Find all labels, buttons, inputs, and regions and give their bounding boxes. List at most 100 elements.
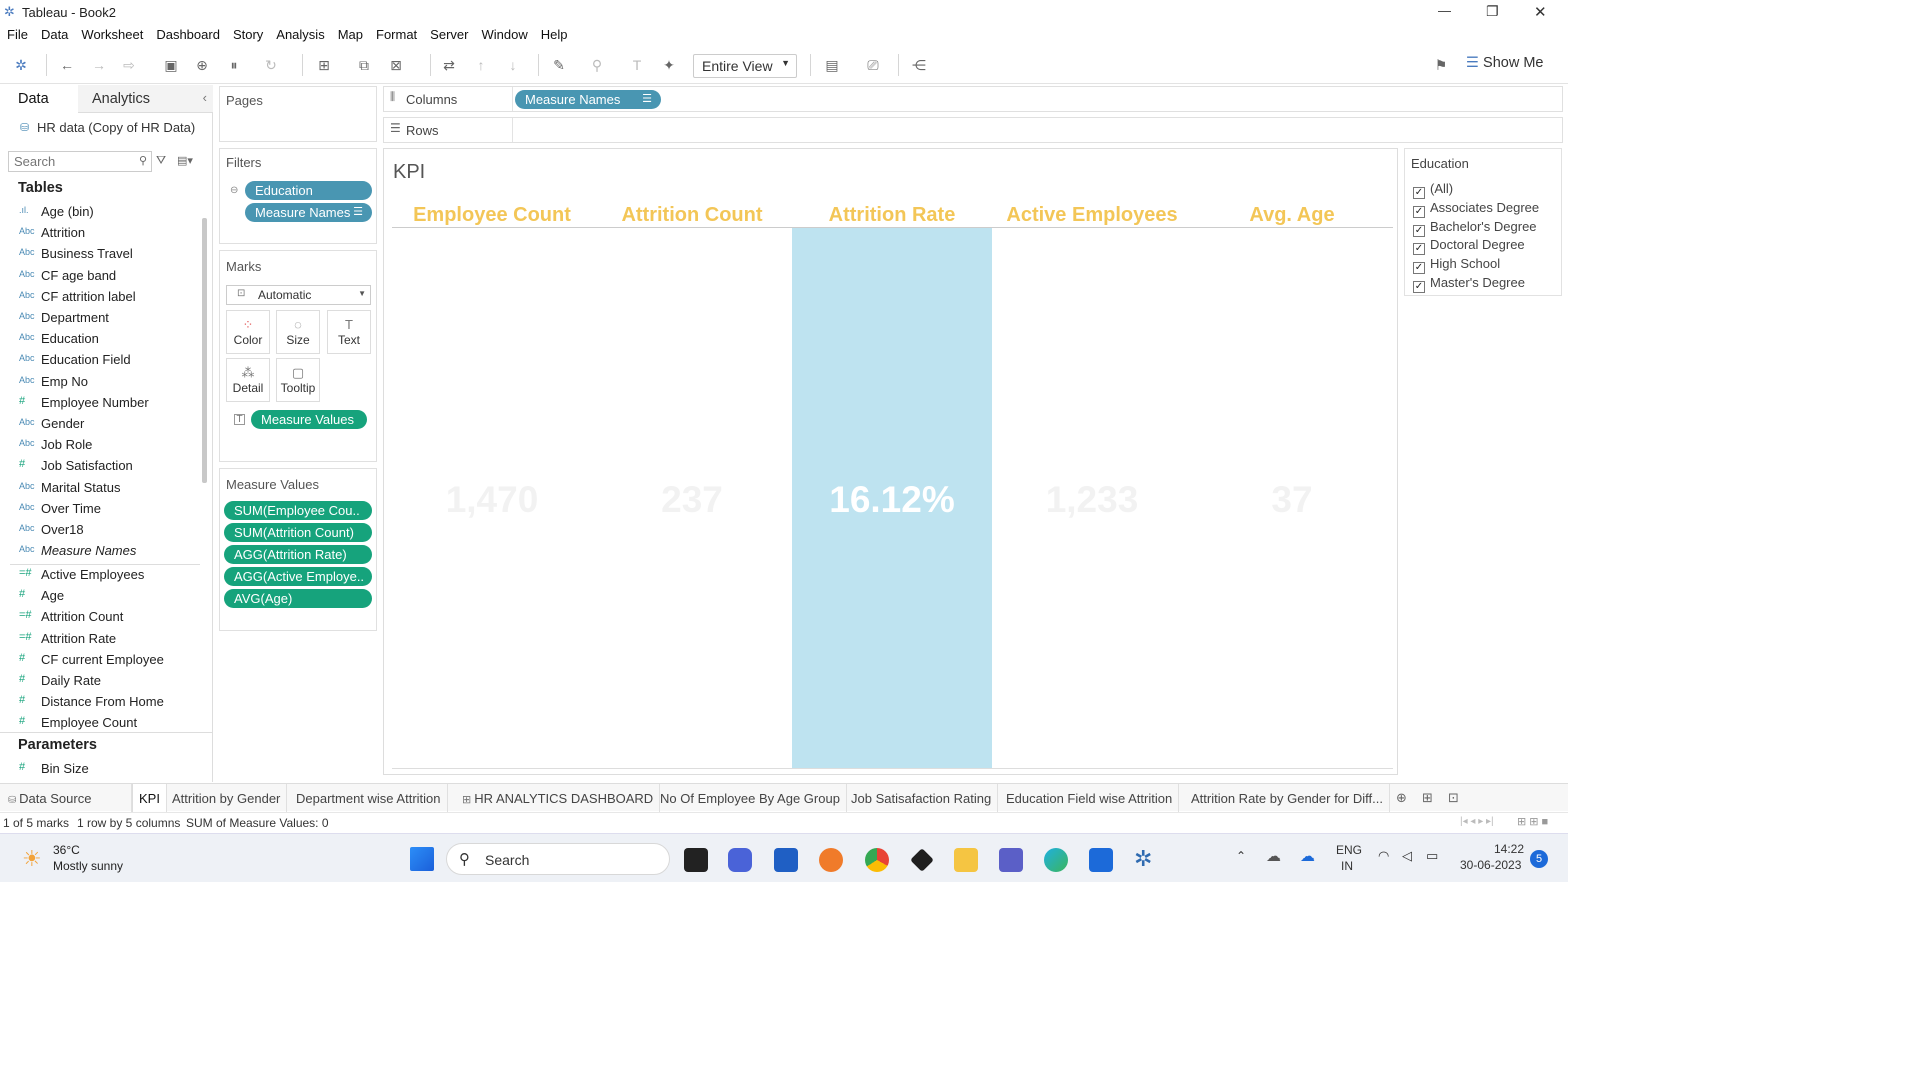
kpi-value[interactable]: 37	[1192, 479, 1392, 521]
rows-shelf[interactable]: ☰ Rows	[383, 117, 1563, 143]
pin-format-icon[interactable]: ⚑	[1432, 56, 1450, 74]
dims-field[interactable]: Abc Marital Status	[0, 478, 200, 499]
mv-pill-active-employees[interactable]: AGG(Active Employe..	[224, 567, 372, 586]
sheet-sorter-icon[interactable]: ⊞ ⊞ ■	[1517, 815, 1548, 828]
pages-shelf[interactable]: Pages	[219, 86, 377, 142]
dims-field[interactable]: Abc Education	[0, 329, 200, 350]
replay-icon[interactable]: ⇨	[120, 56, 138, 74]
kpi-header[interactable]: Employee Count	[392, 204, 592, 227]
kpi-value[interactable]: 237	[592, 479, 792, 521]
detail-button[interactable]: ⁂ Detail	[226, 358, 270, 402]
tableau-home-icon[interactable]: ✲	[12, 56, 30, 74]
tab-data-source[interactable]: ⛁ Data Source	[0, 784, 132, 812]
education-filter-option[interactable]: ✓ Associates Degree	[1413, 200, 1539, 218]
swap-icon[interactable]: ⇄	[440, 56, 458, 74]
teams-icon[interactable]	[999, 848, 1023, 872]
dropbox-icon[interactable]	[910, 848, 934, 872]
redo-icon[interactable]: →	[90, 56, 108, 74]
menu-help[interactable]: Help	[534, 24, 574, 42]
kpi-header[interactable]: Active Employees	[992, 204, 1192, 227]
tab-data[interactable]: Data	[0, 85, 78, 113]
checkbox-checked-icon[interactable]: ✓	[1413, 224, 1425, 237]
checkbox-checked-icon[interactable]: ✓	[1413, 262, 1425, 275]
measures-field[interactable]: # Age	[0, 586, 200, 607]
dims-field[interactable]: Abc Over Time	[0, 499, 200, 520]
menu-analysis[interactable]: Analysis	[269, 24, 330, 42]
pin-icon[interactable]: ✦	[660, 56, 678, 74]
columns-pill-measure-names[interactable]: Measure Names ☰	[515, 90, 661, 109]
new-datasource-icon[interactable]: ⊕	[193, 56, 211, 74]
tab-hr-analytics-dashboard[interactable]: ⊞ HR ANALYTICS DASHBOARD	[456, 784, 661, 812]
dims-field[interactable]: Abc Gender	[0, 414, 200, 435]
checkbox-checked-icon[interactable]: ✓	[1413, 187, 1425, 199]
dims-field[interactable]: .ıl. Age (bin)	[0, 202, 200, 223]
taskbar-search[interactable]: ⚲ Search	[446, 843, 670, 875]
lang-top[interactable]: ENG	[1336, 843, 1362, 857]
dims-field[interactable]: Abc CF attrition label	[0, 287, 200, 308]
edge-icon[interactable]	[1044, 848, 1068, 872]
menu-story[interactable]: Story	[226, 24, 269, 42]
volume-icon[interactable]: ◁	[1402, 848, 1412, 864]
sort-desc-icon[interactable]: ↓	[504, 56, 522, 74]
menu-format[interactable]: Format	[369, 24, 423, 42]
tab-attrition-by-gender[interactable]: Attrition by Gender	[166, 784, 288, 812]
tab-no-of-employee-by-age-group[interactable]: No Of Employee By Age Group	[654, 784, 847, 812]
dims-field[interactable]: Abc Attrition	[0, 223, 200, 244]
weather-sun-icon[interactable]: ☀	[22, 846, 42, 872]
menu-file[interactable]: File	[0, 24, 34, 42]
show-cards-icon[interactable]: ▤	[823, 56, 841, 74]
show-me-button[interactable]: ☰ Show Me	[1466, 55, 1543, 71]
tooltip-button[interactable]: ▢ Tooltip	[276, 358, 320, 402]
kpi-header[interactable]: Attrition Count	[592, 204, 792, 227]
education-filter-option[interactable]: ✓ Doctoral Degree	[1413, 237, 1525, 256]
wifi-icon[interactable]: ◠	[1378, 848, 1389, 864]
onedrive-icon[interactable]: ☁	[1300, 847, 1315, 865]
mv-pill-attrition-count[interactable]: SUM(Attrition Count)	[224, 523, 372, 542]
kpi-header[interactable]: Attrition Rate	[792, 204, 992, 227]
zoom-icon[interactable]	[728, 848, 752, 872]
color-button[interactable]: ⁘ Color	[226, 310, 270, 354]
mv-pill-avg-age[interactable]: AVG(Age)	[224, 589, 372, 608]
close-button[interactable]: ✕	[1534, 3, 1547, 21]
sort-asc-icon[interactable]: ↑	[472, 56, 490, 74]
tab-attrition-rate-by-gender[interactable]: Attrition Rate by Gender for Diff...	[1185, 784, 1390, 812]
measures-field[interactable]: =# Attrition Count	[0, 607, 200, 628]
tab-analytics[interactable]: Analytics ‹	[78, 85, 213, 113]
kpi-value[interactable]: 1,470	[392, 479, 592, 521]
task-view-icon[interactable]	[684, 848, 708, 872]
chrome-icon[interactable]	[865, 848, 889, 872]
filter-fields-icon[interactable]: ⛛	[156, 153, 166, 168]
measures-field[interactable]: =# Active Employees	[0, 565, 200, 586]
sheet-nav-icon[interactable]: |◂ ◂ ▸ ▸|	[1460, 816, 1494, 827]
dims-field[interactable]: Abc Job Role	[0, 435, 200, 456]
collapse-icon[interactable]: ‹	[203, 90, 207, 105]
dims-field[interactable]: # Employee Number	[0, 393, 200, 414]
datasource-name[interactable]: HR data (Copy of HR Data)	[37, 120, 195, 135]
highlight-icon[interactable]: ✎	[550, 56, 568, 74]
marks-pill-measure-values[interactable]: Measure Values	[251, 410, 367, 429]
dims-field[interactable]: Abc Measure Names	[0, 541, 200, 562]
dims-field[interactable]: Abc Education Field	[0, 350, 200, 371]
tab-job-satisfaction-rating[interactable]: Job Satisafaction Rating	[845, 784, 999, 812]
worksheet-view[interactable]: KPI Employee Count 1,470 Attrition Count 23…	[383, 148, 1398, 775]
firefox-icon[interactable]	[819, 848, 843, 872]
dims-field[interactable]: Abc Emp No	[0, 372, 200, 393]
cloud-icon[interactable]: ☁	[1266, 847, 1281, 865]
undo-icon[interactable]: ←	[58, 56, 76, 74]
minimize-button[interactable]: —	[1438, 3, 1451, 18]
education-filter-option[interactable]: ✓ (All)	[1413, 181, 1453, 199]
size-button[interactable]: ◌ Size	[276, 310, 320, 354]
refresh-icon[interactable]: ↻	[262, 56, 280, 74]
dims-field[interactable]: Abc Business Travel	[0, 244, 200, 265]
columns-shelf[interactable]: ⫼ Columns Measure Names ☰	[383, 86, 1563, 112]
lang-bottom[interactable]: IN	[1341, 859, 1353, 873]
menu-data[interactable]: Data	[34, 24, 74, 42]
params-field[interactable]: # Bin Size	[0, 759, 200, 780]
measures-field[interactable]: # CF current Employee	[0, 650, 200, 671]
save-icon[interactable]: ▣	[162, 56, 180, 74]
filter-pill-measure-names[interactable]: Measure Names ☰	[245, 203, 372, 222]
mail-icon[interactable]	[1089, 848, 1113, 872]
search-input[interactable]	[9, 152, 129, 170]
new-dashboard-icon[interactable]: ⊞	[1422, 790, 1433, 806]
restore-button[interactable]: ❐	[1486, 3, 1499, 20]
